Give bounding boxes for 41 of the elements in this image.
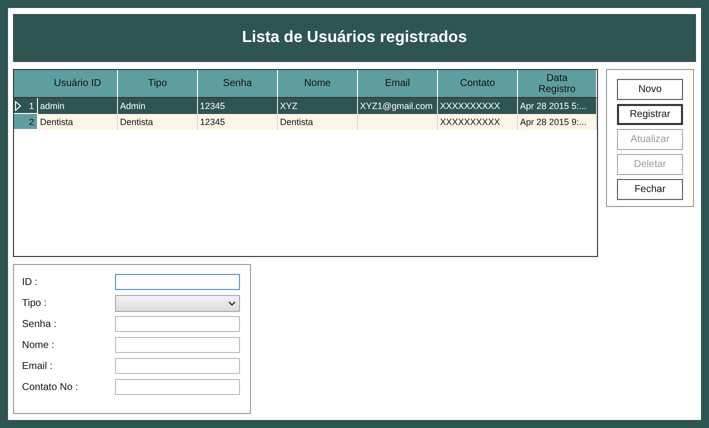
- table-cell: 12345: [198, 114, 278, 130]
- action-button[interactable]: Novo: [617, 79, 683, 100]
- action-button[interactable]: Registrar: [617, 104, 683, 125]
- column-header[interactable]: Email: [358, 70, 438, 98]
- row-number: 2: [28, 116, 34, 126]
- column-header[interactable]: Tipo: [118, 70, 198, 98]
- column-header[interactable]: Contato: [438, 70, 518, 98]
- table-cell: XYZ1@gmail.com: [358, 98, 438, 114]
- column-header[interactable]: Nome: [278, 70, 358, 98]
- page-title: Lista de Usuários registrados: [242, 29, 467, 47]
- column-header[interactable]: Data Registro: [518, 70, 597, 98]
- row-number: 1: [28, 100, 34, 110]
- chevron-icon: [228, 300, 236, 306]
- field-label: Nome :: [22, 340, 54, 350]
- field-label: ID :: [22, 276, 38, 288]
- table-cell: Apr 28 2015 5:...: [518, 98, 597, 114]
- field-label: Tipo :: [22, 298, 47, 308]
- field-label: Senha :: [22, 318, 56, 330]
- table-cell: admin: [38, 98, 118, 114]
- table-cell: XXXXXXXXXX: [438, 114, 518, 130]
- input-field[interactable]: [115, 358, 240, 374]
- input-field[interactable]: [115, 379, 240, 395]
- table-cell: Admin: [118, 98, 198, 114]
- row-header[interactable]: 1: [14, 98, 38, 114]
- input-field[interactable]: [115, 274, 240, 290]
- type-dropdown[interactable]: [115, 294, 240, 312]
- input-field[interactable]: [115, 337, 240, 353]
- table-cell: XXXXXXXXXX: [438, 98, 518, 114]
- column-header[interactable]: Senha: [198, 70, 278, 98]
- table-cell: Dentista: [118, 114, 198, 130]
- table-cell: Apr 28 2015 9:...: [518, 114, 597, 130]
- table-cell: 12345: [198, 98, 278, 114]
- table-cell: Dentista: [38, 114, 118, 130]
- input-field[interactable]: [115, 316, 240, 332]
- column-header[interactable]: Usuário ID: [38, 70, 118, 98]
- action-button[interactable]: Fechar: [617, 179, 683, 200]
- table-cell: XYZ: [278, 98, 358, 114]
- row-header[interactable]: 2: [14, 114, 38, 130]
- field-label: Contato No :: [22, 382, 78, 392]
- field-label: Email :: [22, 360, 53, 372]
- table-cell: Dentista: [278, 114, 358, 130]
